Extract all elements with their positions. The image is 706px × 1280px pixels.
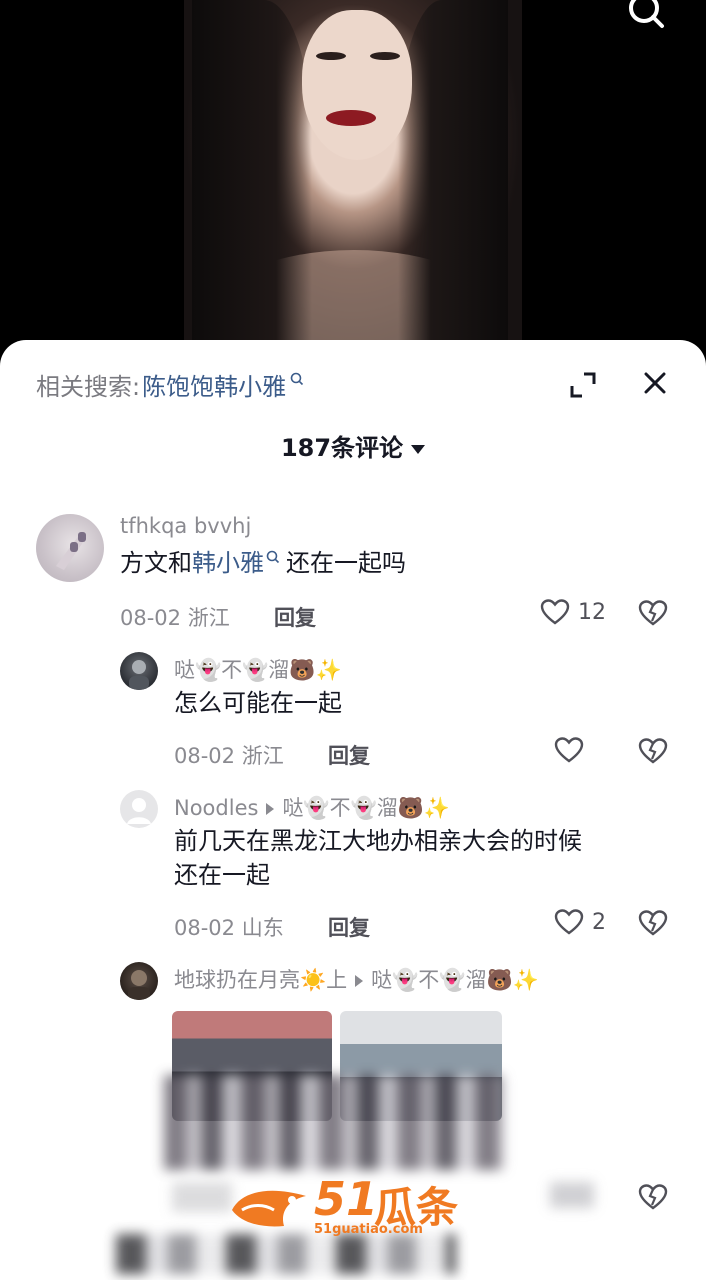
blurred-content: [550, 1182, 594, 1208]
reply-button[interactable]: 回复: [328, 740, 370, 770]
avatar[interactable]: [120, 652, 158, 690]
reply-button[interactable]: 回复: [274, 602, 316, 632]
broken-heart-icon[interactable]: [638, 737, 668, 765]
like-button[interactable]: [554, 736, 584, 764]
search-icon: [266, 550, 280, 564]
chevron-down-icon: [411, 444, 426, 454]
comment-username-row: 地球扔在月亮☀️上 哒👻不👻溜🐻✨: [174, 964, 539, 994]
related-search-term[interactable]: 陈饱饱韩小雅: [142, 367, 286, 402]
comment-search-link[interactable]: 韩小雅: [192, 549, 264, 577]
avatar[interactable]: [36, 514, 104, 582]
reply-to-username[interactable]: 哒👻不👻溜🐻✨: [282, 796, 450, 820]
comment-text-part: 还在一起吗: [286, 549, 406, 577]
fish-logo-icon: [232, 1190, 306, 1227]
comment-text: 方文和韩小雅 还在一起吗: [120, 546, 406, 580]
search-icon: [290, 372, 304, 386]
comment-username-row: Noodles 哒👻不👻溜🐻✨: [174, 792, 450, 822]
related-search[interactable]: 相关搜索: 陈饱饱韩小雅: [36, 366, 304, 402]
reply-arrow-icon: [355, 975, 364, 987]
comment-text: 怎么可能在一起: [174, 689, 342, 717]
broken-heart-icon[interactable]: [638, 909, 668, 937]
blurred-content: [164, 1075, 504, 1170]
comment-text-part: 方文和: [120, 549, 192, 577]
heart-icon: [554, 737, 584, 763]
watermark-url: 51guatiao.com: [314, 1222, 423, 1237]
watermark: 51 瓜条 51guatiao.com: [228, 1172, 478, 1242]
search-icon[interactable]: [624, 0, 668, 30]
comment-username[interactable]: 地球扔在月亮☀️上: [174, 968, 347, 992]
comment-username[interactable]: 哒👻不👻溜🐻✨: [174, 654, 342, 684]
like-count: 2: [592, 909, 606, 935]
comment-date-location: 08-02 浙江: [174, 744, 284, 768]
broken-heart-icon[interactable]: [638, 1183, 668, 1211]
comment-count[interactable]: 187条评论: [0, 428, 706, 463]
related-search-label: 相关搜索:: [36, 372, 141, 401]
comment-username[interactable]: tfhkqa bvvhj: [120, 514, 251, 538]
like-button[interactable]: 12: [540, 598, 606, 626]
reply-arrow-icon: [266, 803, 275, 815]
comment-date-location: 08-02 山东: [174, 916, 284, 940]
like-button[interactable]: 2: [554, 908, 606, 936]
reply-button[interactable]: 回复: [328, 912, 370, 942]
comment-username[interactable]: Noodles: [174, 796, 258, 820]
broken-heart-icon[interactable]: [638, 599, 668, 627]
comment-text-line: 还在一起: [174, 861, 270, 889]
heart-icon: [554, 909, 584, 935]
comment-date-location: 08-02 浙江: [120, 606, 230, 630]
video-area[interactable]: [0, 0, 706, 360]
expand-icon[interactable]: [568, 370, 598, 400]
comment-text-line: 前几天在黑龙江大地办相亲大会的时候: [174, 827, 582, 855]
comment-text: 前几天在黑龙江大地办相亲大会的时候 还在一起: [174, 824, 582, 892]
watermark-number: 51: [314, 1172, 379, 1226]
comment-count-label: 187条评论: [280, 434, 404, 462]
avatar[interactable]: [120, 962, 158, 1000]
reply-to-username[interactable]: 哒👻不👻溜🐻✨: [371, 968, 539, 992]
blurred-content: [172, 1182, 232, 1212]
avatar[interactable]: [120, 790, 158, 828]
video-thumbnail: [184, 0, 522, 360]
close-icon[interactable]: [640, 368, 670, 398]
heart-icon: [540, 599, 570, 625]
comment-sheet: 相关搜索: 陈饱饱韩小雅 187条评论 tfhkqa bvvhj 方文和韩小雅还…: [0, 340, 706, 1280]
like-count: 12: [578, 599, 606, 625]
